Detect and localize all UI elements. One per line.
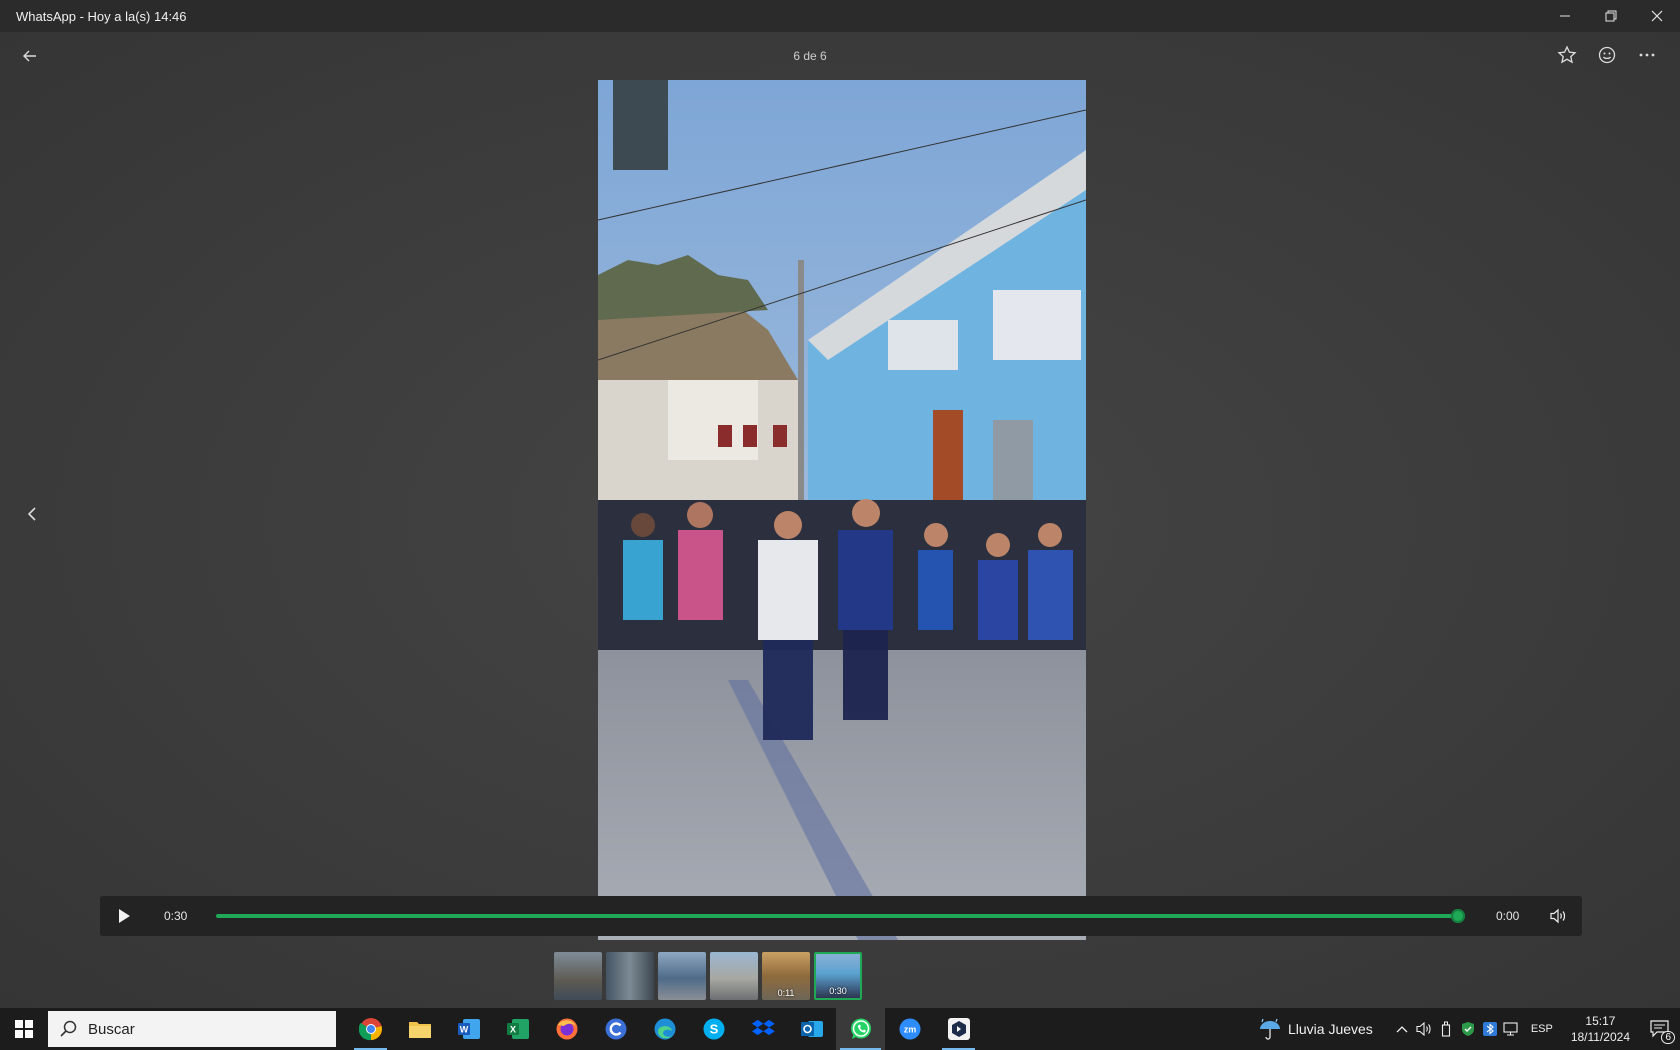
restore-button[interactable] (1588, 0, 1634, 32)
video-image (598, 80, 1086, 940)
pinned-apps: W X S zm (346, 1008, 983, 1050)
show-hidden-icons-button[interactable] (1391, 1008, 1413, 1050)
dropbox-icon[interactable] (738, 1008, 787, 1050)
star-icon (1557, 45, 1577, 64)
search-icon (60, 1020, 77, 1037)
file-explorer-icon[interactable] (395, 1008, 444, 1050)
svg-text:W: W (459, 1025, 468, 1035)
volume-button[interactable] (1546, 905, 1570, 927)
ccleaner-icon[interactable] (591, 1008, 640, 1050)
taskbar-search[interactable]: Buscar (48, 1011, 336, 1047)
bluetooth-tray-button[interactable] (1479, 1008, 1501, 1050)
media-viewer: 6 de 6 0:30 0:00 0:11 0:30 (0, 32, 1680, 1008)
weather-widget[interactable]: Lluvia Jueves (1258, 1017, 1373, 1041)
close-icon (1651, 10, 1663, 22)
chevron-up-icon (1396, 1026, 1408, 1033)
seek-bar[interactable] (216, 914, 1458, 918)
battery-tray-button[interactable] (1435, 1008, 1457, 1050)
system-tray: Lluvia Jueves ESP 15:17 18/11/2024 6 (1258, 1008, 1680, 1050)
restore-icon (1605, 10, 1617, 22)
video-frame[interactable] (598, 80, 1086, 940)
input-language[interactable]: ESP (1531, 1023, 1553, 1035)
umbrella-rain-icon (1259, 1018, 1280, 1040)
clock-date: 18/11/2024 (1570, 1030, 1630, 1044)
network-tray-button[interactable] (1501, 1008, 1523, 1050)
volume-tray-button[interactable] (1413, 1008, 1435, 1050)
edge-icon[interactable] (640, 1008, 689, 1050)
taskbar: Buscar W X S zm Lluvia Jueves ESP 15:17 … (0, 1008, 1680, 1050)
svg-text:zm: zm (903, 1025, 916, 1035)
whatsapp-icon[interactable] (836, 1008, 885, 1050)
start-button[interactable] (0, 1008, 48, 1050)
network-icon (1503, 1022, 1518, 1036)
more-horizontal-icon (1639, 53, 1655, 57)
skype-icon[interactable]: S (689, 1008, 738, 1050)
clock[interactable]: 15:17 18/11/2024 (1571, 1013, 1630, 1045)
remaining-time: 0:00 (1496, 909, 1520, 923)
close-button[interactable] (1634, 0, 1680, 32)
minimize-icon (1560, 15, 1570, 17)
outlook-icon[interactable] (787, 1008, 836, 1050)
star-button[interactable] (1554, 42, 1580, 68)
bluetooth-icon (1482, 1022, 1497, 1036)
play-button[interactable] (112, 905, 136, 927)
volume-icon (1550, 908, 1566, 924)
video-controls: 0:30 0:00 (100, 896, 1582, 936)
title-bar: WhatsApp - Hoy a la(s) 14:46 (0, 0, 1680, 32)
notification-count: 6 (1661, 1031, 1675, 1044)
chevron-left-icon (27, 507, 36, 521)
thumbnail-strip: 0:11 0:30 (554, 952, 862, 1000)
security-tray-button[interactable] (1457, 1008, 1479, 1050)
emoji-icon (1598, 46, 1616, 64)
play-icon (119, 909, 130, 923)
svg-text:X: X (509, 1025, 515, 1035)
svg-text:S: S (709, 1022, 718, 1037)
shield-icon (1461, 1022, 1474, 1036)
search-placeholder: Buscar (88, 1020, 135, 1038)
word-icon[interactable]: W (444, 1008, 493, 1050)
window-title: WhatsApp - Hoy a la(s) 14:46 (16, 8, 187, 24)
thumbnail-selected[interactable]: 0:30 (814, 952, 862, 1000)
usb-device-icon (1441, 1021, 1450, 1037)
clock-time: 15:17 (1585, 1014, 1616, 1028)
thumbnail[interactable] (710, 952, 758, 1000)
chrome-icon[interactable] (346, 1008, 395, 1050)
thumbnail[interactable] (606, 952, 654, 1000)
zoom-icon[interactable]: zm (885, 1008, 934, 1050)
viewer-toolbar: 6 de 6 (0, 32, 1680, 82)
excel-icon[interactable]: X (493, 1008, 542, 1050)
weather-text: Lluvia Jueves (1287, 1021, 1373, 1037)
app-icon[interactable] (934, 1008, 983, 1050)
more-options-button[interactable] (1634, 42, 1660, 68)
seek-handle[interactable] (1451, 909, 1465, 923)
notification-center-button[interactable]: 6 (1640, 1008, 1680, 1050)
speaker-icon (1416, 1022, 1431, 1036)
firefox-icon[interactable] (542, 1008, 591, 1050)
thumbnail[interactable] (658, 952, 706, 1000)
current-time: 0:30 (164, 909, 188, 923)
windows-icon (15, 1020, 33, 1038)
react-button[interactable] (1594, 42, 1620, 68)
thumbnail[interactable] (554, 952, 602, 1000)
previous-media-button[interactable] (20, 502, 44, 526)
thumbnail[interactable]: 0:11 (762, 952, 810, 1000)
minimize-button[interactable] (1542, 0, 1588, 32)
media-counter: 6 de 6 (793, 49, 827, 63)
